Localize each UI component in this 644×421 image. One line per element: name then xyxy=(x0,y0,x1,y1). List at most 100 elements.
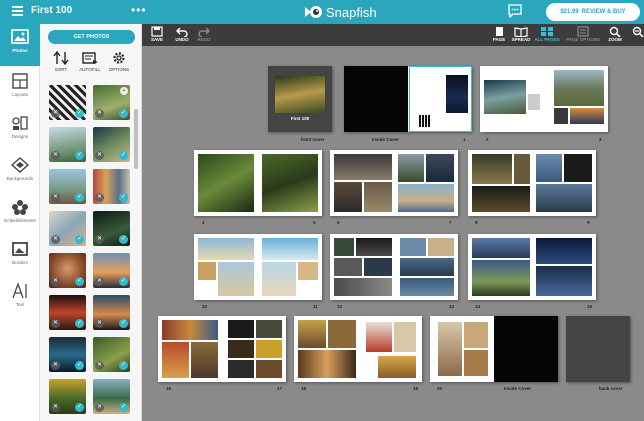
photo-tile[interactable] xyxy=(536,184,592,212)
back-cover-page[interactable] xyxy=(566,316,630,382)
panel-scrollbar[interactable] xyxy=(134,109,138,169)
photo-tile[interactable] xyxy=(298,350,356,378)
spread-inside-cover-1[interactable] xyxy=(344,66,472,132)
photo-tile[interactable] xyxy=(256,320,282,338)
photo-tile[interactable] xyxy=(464,350,488,376)
photo-thumbnail[interactable]: + ✕ ✓ xyxy=(93,85,130,120)
page-options-button[interactable]: PAGE OPTIONS xyxy=(566,26,600,42)
photo-tile[interactable] xyxy=(262,154,318,212)
rail-item-embellishments[interactable]: Embellishments xyxy=(0,194,40,236)
photo-tile[interactable] xyxy=(446,75,468,113)
photo-tile[interactable] xyxy=(298,320,326,348)
rail-item-layouts[interactable]: Layouts xyxy=(0,68,40,110)
photo-tile[interactable] xyxy=(472,186,530,212)
options-button[interactable]: OPTIONS xyxy=(107,51,131,72)
zoom-icon[interactable]: + xyxy=(120,87,128,95)
get-photos-button[interactable]: GET PHOTOS xyxy=(48,30,135,44)
photo-tile[interactable] xyxy=(356,238,392,256)
photo-tile[interactable] xyxy=(426,154,454,182)
remove-icon[interactable]: ✕ xyxy=(95,235,104,244)
undo-button[interactable]: UNDO xyxy=(170,26,194,42)
remove-icon[interactable]: ✕ xyxy=(95,319,104,328)
spread-16-17[interactable] xyxy=(158,316,286,382)
spread-6-7[interactable] xyxy=(330,150,458,216)
zoom-out-button[interactable] xyxy=(626,26,644,37)
photo-tile[interactable] xyxy=(484,80,526,114)
photo-tile[interactable] xyxy=(564,154,592,182)
spread-10-11[interactable] xyxy=(194,234,322,300)
page-view-button[interactable]: PAGE xyxy=(487,26,511,42)
photo-tile[interactable] xyxy=(198,238,254,260)
more-options-icon[interactable]: ••• xyxy=(131,3,147,17)
cover-photo[interactable] xyxy=(275,76,325,113)
photo-tile[interactable] xyxy=(334,278,392,296)
zoom-button[interactable]: ZOOM xyxy=(603,26,627,42)
photo-tile[interactable] xyxy=(438,322,462,376)
photo-tile[interactable] xyxy=(400,258,454,276)
photo-thumbnail[interactable]: ✕ ✓ xyxy=(93,295,130,330)
remove-icon[interactable]: ✕ xyxy=(51,193,60,202)
rail-item-photos[interactable]: Photos xyxy=(0,24,40,66)
redo-button[interactable]: REDO xyxy=(192,26,216,42)
rail-item-text[interactable]: Text xyxy=(0,278,40,320)
photo-tile[interactable] xyxy=(162,320,218,340)
spread-14-15[interactable] xyxy=(468,234,596,300)
review-and-buy-button[interactable]: $21.99 REVIEW & BUY xyxy=(546,3,640,21)
remove-icon[interactable]: ✕ xyxy=(51,235,60,244)
front-cover-page[interactable]: First 100 xyxy=(268,66,332,132)
spread-12-13[interactable] xyxy=(330,234,458,300)
photo-tile[interactable] xyxy=(198,154,254,212)
remove-icon[interactable]: ✕ xyxy=(51,361,60,370)
photo-tile[interactable] xyxy=(162,342,189,378)
sort-button[interactable]: SORT xyxy=(49,51,73,72)
photo-thumbnail[interactable]: ✕ ✓ xyxy=(49,127,86,162)
photo-tile[interactable] xyxy=(366,322,392,352)
photo-thumbnail[interactable]: ✕ ✓ xyxy=(49,379,86,414)
photo-thumbnail[interactable]: ✕ ✓ xyxy=(49,85,86,120)
all-pages-view-button[interactable]: ALL PAGES xyxy=(533,26,561,42)
remove-icon[interactable]: ✕ xyxy=(95,109,104,118)
photo-tile[interactable] xyxy=(262,262,296,296)
photo-tile[interactable] xyxy=(256,340,282,358)
remove-icon[interactable]: ✕ xyxy=(95,151,104,160)
photo-tile[interactable] xyxy=(554,108,568,124)
photo-tile[interactable] xyxy=(400,278,454,296)
photo-thumbnail[interactable]: ✕ ✓ xyxy=(49,253,86,288)
photo-tile[interactable] xyxy=(191,342,218,378)
project-title[interactable]: First 100 xyxy=(31,5,72,16)
photo-thumbnail[interactable]: ✕ ✓ xyxy=(49,295,86,330)
photo-tile[interactable] xyxy=(472,154,512,184)
photo-thumbnail[interactable]: ✕ ✓ xyxy=(49,211,86,246)
rail-item-backgrounds[interactable]: Backgrounds xyxy=(0,152,40,194)
save-button[interactable]: SAVE xyxy=(145,26,169,42)
photo-thumbnail[interactable]: ✕ ✓ xyxy=(93,169,130,204)
hamburger-menu-icon[interactable] xyxy=(12,6,23,16)
photo-tile[interactable] xyxy=(256,360,282,378)
photo-tile[interactable] xyxy=(472,260,530,296)
photo-tile[interactable] xyxy=(536,154,562,182)
photo-tile[interactable] xyxy=(262,238,318,260)
spread-8-9[interactable] xyxy=(468,150,596,216)
remove-icon[interactable]: ✕ xyxy=(51,403,60,412)
photo-tile[interactable] xyxy=(364,182,392,212)
remove-icon[interactable]: ✕ xyxy=(95,361,104,370)
photo-tile[interactable] xyxy=(228,320,254,338)
spread-2-3[interactable] xyxy=(480,66,608,132)
photo-thumbnail[interactable]: ✕ ✓ xyxy=(49,337,86,372)
rail-item-designs[interactable]: Designs xyxy=(0,110,40,152)
remove-icon[interactable]: ✕ xyxy=(95,193,104,202)
photo-tile[interactable] xyxy=(228,360,254,378)
remove-icon[interactable]: ✕ xyxy=(51,109,60,118)
photo-tile[interactable] xyxy=(228,340,254,358)
photo-tile[interactable] xyxy=(298,262,318,280)
spread-view-button[interactable]: SPREAD xyxy=(509,26,533,42)
photo-tile[interactable] xyxy=(394,322,416,352)
remove-icon[interactable]: ✕ xyxy=(95,277,104,286)
photo-tile[interactable] xyxy=(536,266,592,296)
photo-tile[interactable] xyxy=(218,262,254,296)
photo-tile[interactable] xyxy=(514,154,530,184)
photo-tile[interactable] xyxy=(536,238,592,264)
remove-icon[interactable]: ✕ xyxy=(51,151,60,160)
autofill-button[interactable]: AUTOFILL xyxy=(78,51,102,72)
photo-tile[interactable] xyxy=(334,238,354,256)
